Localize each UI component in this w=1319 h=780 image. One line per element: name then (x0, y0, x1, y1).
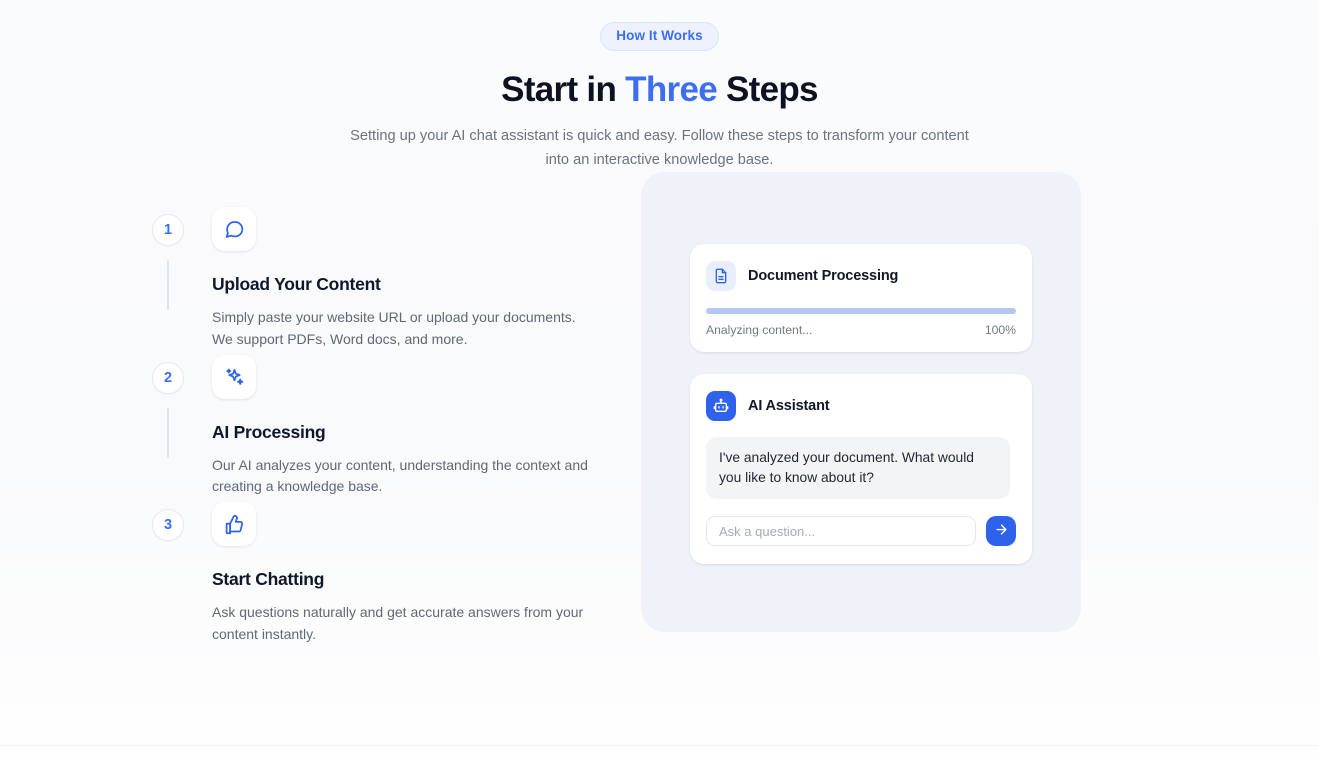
processing-percent-text: 100% (984, 323, 1016, 338)
document-processing-card: Document Processing Analyzing content...… (690, 244, 1032, 353)
step-1-header: 1 (152, 207, 620, 311)
progress-status-row: Analyzing content... 100% (706, 323, 1016, 337)
step-3-body: Start Chatting Ask questions naturally a… (152, 557, 620, 645)
step-2-header: 2 (152, 354, 620, 458)
bot-icon (706, 391, 736, 422)
step-1-title: Upload Your Content (212, 274, 381, 295)
sparkles-icon (212, 354, 256, 399)
document-card-header: Document Processing (706, 261, 1016, 292)
ai-card-header: AI Assistant (706, 391, 1016, 422)
section-badge: How It Works (600, 22, 719, 51)
demo-panel: Document Processing Analyzing content...… (641, 172, 1081, 633)
how-it-works-section: How It Works Start in Three Steps Settin… (0, 0, 1319, 780)
section-header: How It Works Start in Three Steps Settin… (0, 0, 1319, 172)
send-message-button[interactable] (986, 516, 1016, 547)
step-item-2: 2 AI Processing Our AI analyzes your con… (152, 354, 620, 498)
steps-list: 1 Upload Your Content Simply paste your … (0, 207, 620, 645)
document-card-title: Document Processing (748, 268, 899, 285)
step-2-description: Our AI analyzes your content, understand… (212, 456, 588, 495)
title-part-1: Start in (501, 69, 626, 109)
step-connector-1 (167, 260, 169, 311)
chat-composer (706, 516, 1016, 547)
ai-assistant-card: AI Assistant I've analyzed your document… (690, 374, 1032, 565)
step-1-number: 1 (152, 214, 184, 247)
step-3-title: Start Chatting (212, 569, 325, 590)
title-part-2: Steps (716, 69, 819, 109)
title-accent-word: Three (625, 69, 718, 109)
section-subtitle: Setting up your AI chat assistant is qui… (350, 128, 969, 168)
ai-card-title: AI Assistant (748, 398, 830, 415)
step-2-number: 2 (152, 361, 184, 394)
processing-progress-bar (706, 308, 1016, 315)
step-3-header: 3 (152, 502, 620, 557)
file-text-icon (706, 261, 736, 292)
step-2-body: AI Processing Our AI analyzes your conte… (152, 410, 620, 498)
step-3-number: 3 (152, 509, 184, 542)
ask-question-input[interactable] (706, 516, 976, 547)
step-1-body: Upload Your Content Simply paste your we… (152, 262, 620, 350)
arrow-right-icon (994, 522, 1009, 540)
bottom-divider (0, 745, 1319, 746)
processing-progress-fill (706, 308, 1016, 315)
message-circle-icon (212, 207, 256, 252)
section-body: 1 Upload Your Content Simply paste your … (0, 172, 1319, 645)
step-2-title: AI Processing (212, 421, 326, 442)
step-item-1: 1 Upload Your Content Simply paste your … (152, 207, 620, 350)
processing-status-text: Analyzing content... (706, 323, 813, 338)
thumbs-up-icon (212, 502, 256, 547)
step-item-3: 3 Start Chatting Ask questions naturally… (152, 502, 620, 645)
step-1-description: Simply paste your website URL or upload … (212, 309, 576, 347)
assistant-message-bubble: I've analyzed your document. What would … (706, 437, 1010, 500)
page-title: Start in Three Steps (0, 69, 1319, 110)
step-connector-2 (167, 407, 169, 458)
step-3-description: Ask questions naturally and get accurate… (212, 604, 584, 642)
